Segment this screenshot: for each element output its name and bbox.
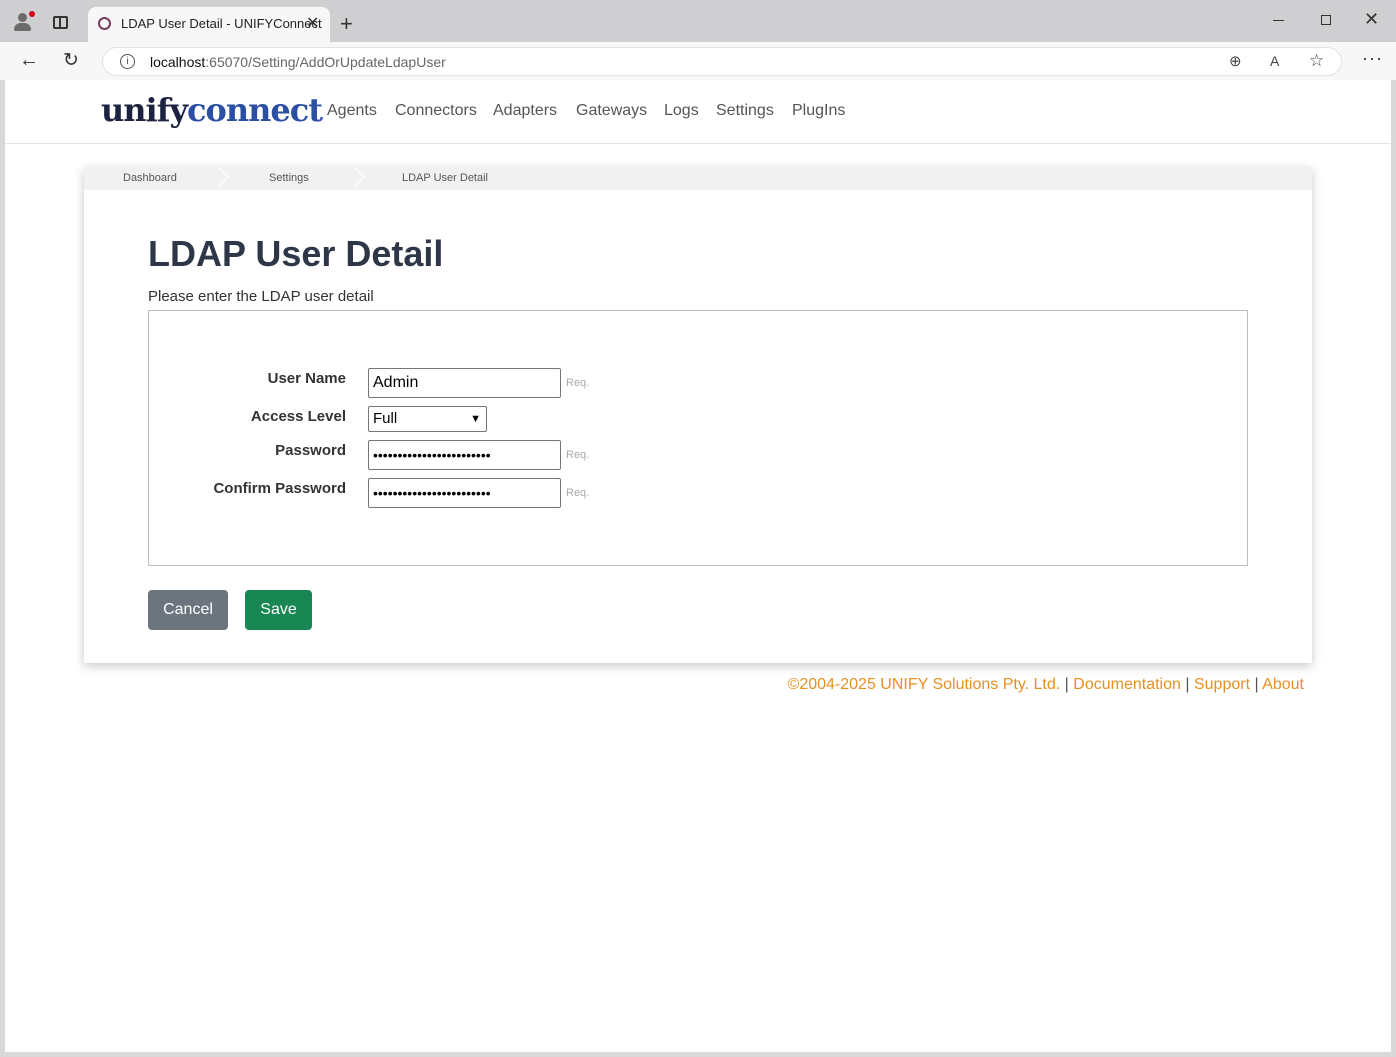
nav-logs[interactable]: Logs bbox=[664, 102, 699, 120]
required-marker: Req. bbox=[566, 487, 590, 499]
nav-gateways[interactable]: Gateways bbox=[576, 102, 647, 120]
about-link[interactable]: About bbox=[1262, 676, 1304, 693]
browser-tab[interactable]: LDAP User Detail - UNIFYConnect ✕ bbox=[88, 7, 330, 42]
support-link[interactable]: Support bbox=[1194, 676, 1250, 693]
favorite-star-icon[interactable]: ☆ bbox=[1309, 51, 1324, 71]
documentation-link[interactable]: Documentation bbox=[1073, 676, 1181, 693]
site-info-icon[interactable]: i bbox=[120, 54, 135, 69]
confirm-password-input[interactable]: •••••••••••••••••••••••• bbox=[368, 478, 561, 508]
access-level-select[interactable]: Full ▼ bbox=[368, 406, 487, 432]
confirm-password-label: Confirm Password bbox=[213, 480, 346, 497]
address-bar[interactable]: i localhost:65070/Setting/AddOrUpdateLda… bbox=[102, 47, 1342, 76]
nav-connectors[interactable]: Connectors bbox=[395, 102, 477, 120]
nav-agents[interactable]: Agents bbox=[327, 102, 377, 120]
footer-separator: | bbox=[1254, 676, 1259, 693]
minimize-icon[interactable] bbox=[1273, 20, 1284, 21]
web-page: unifyconnect Agents Connectors Adapters … bbox=[5, 80, 1391, 1052]
zoom-icon[interactable]: ⊕ bbox=[1229, 52, 1242, 70]
url-text[interactable]: localhost:65070/Setting/AddOrUpdateLdapU… bbox=[150, 54, 446, 70]
access-level-label: Access Level bbox=[250, 408, 346, 425]
access-level-value: Full bbox=[373, 410, 398, 427]
breadcrumb-current: LDAP User Detail bbox=[402, 172, 488, 184]
user-name-input[interactable]: Admin bbox=[368, 368, 561, 398]
tab-close-icon[interactable]: ✕ bbox=[306, 13, 319, 33]
breadcrumb-separator bbox=[350, 167, 364, 190]
new-tab-icon[interactable]: + bbox=[340, 11, 353, 37]
required-marker: Req. bbox=[566, 449, 590, 461]
breadcrumb-dashboard[interactable]: Dashboard bbox=[123, 172, 177, 184]
footer: ©2004-2025 UNIFY Solutions Pty. Ltd. | D… bbox=[788, 676, 1304, 694]
copyright-text: ©2004-2025 UNIFY Solutions Pty. Ltd. bbox=[787, 676, 1061, 693]
content-card: Dashboard Settings LDAP User Detail LDAP… bbox=[84, 167, 1312, 663]
ldap-user-form: User Name Admin Req. Access Level Full ▼… bbox=[148, 310, 1248, 566]
browser-toolbar: ← ↻ i localhost:65070/Setting/AddOrUpdat… bbox=[0, 42, 1396, 80]
breadcrumb-separator bbox=[214, 167, 228, 190]
unifyconnect-logo[interactable]: unifyconnect bbox=[101, 91, 323, 129]
page-subtitle: Please enter the LDAP user detail bbox=[148, 288, 374, 305]
footer-separator: | bbox=[1064, 676, 1069, 693]
password-input[interactable]: •••••••••••••••••••••••• bbox=[368, 440, 561, 470]
site-favicon-icon bbox=[98, 17, 111, 30]
user-name-label: User Name bbox=[267, 370, 346, 387]
breadcrumb: Dashboard Settings LDAP User Detail bbox=[84, 167, 1312, 190]
footer-separator: | bbox=[1185, 676, 1190, 693]
nav-settings[interactable]: Settings bbox=[716, 102, 774, 120]
maximize-icon[interactable] bbox=[1321, 15, 1331, 25]
tab-title: LDAP User Detail - UNIFYConnect bbox=[121, 16, 322, 31]
more-options-icon[interactable]: ··· bbox=[1362, 48, 1383, 69]
browser-titlebar: LDAP User Detail - UNIFYConnect ✕ + ✕ bbox=[0, 0, 1396, 42]
tab-actions-icon[interactable] bbox=[53, 16, 68, 29]
chevron-down-icon: ▼ bbox=[470, 413, 481, 425]
back-arrow-icon[interactable]: ← bbox=[19, 49, 39, 72]
password-label: Password bbox=[275, 442, 346, 459]
required-marker: Req. bbox=[566, 377, 590, 389]
page-title: LDAP User Detail bbox=[148, 233, 444, 274]
profile-icon[interactable] bbox=[12, 10, 35, 32]
window-close-icon[interactable]: ✕ bbox=[1364, 9, 1379, 30]
top-navbar: unifyconnect Agents Connectors Adapters … bbox=[5, 80, 1391, 144]
read-aloud-icon[interactable]: A bbox=[1270, 53, 1279, 69]
nav-adapters[interactable]: Adapters bbox=[493, 102, 557, 120]
breadcrumb-settings[interactable]: Settings bbox=[269, 172, 309, 184]
reload-icon[interactable]: ↻ bbox=[63, 49, 79, 72]
nav-plugins[interactable]: PlugIns bbox=[792, 102, 845, 120]
cancel-button[interactable]: Cancel bbox=[148, 590, 228, 630]
save-button[interactable]: Save bbox=[245, 590, 312, 630]
